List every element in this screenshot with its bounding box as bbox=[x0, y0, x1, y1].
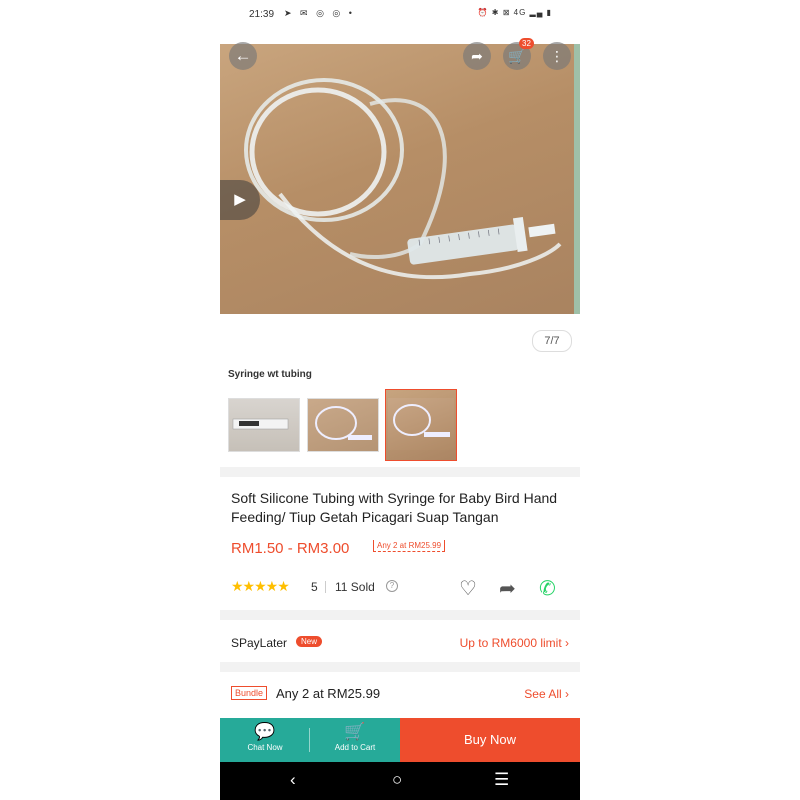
chat-now-label: Chat Now bbox=[247, 743, 283, 752]
rating-value: 5 bbox=[311, 580, 318, 594]
system-icons: ⏰ ✱ ⊠ 4G ▂▄ ▮ bbox=[477, 8, 552, 17]
variation-thumb-3-selected[interactable] bbox=[385, 389, 457, 461]
buy-now-button[interactable]: Buy Now bbox=[400, 718, 580, 762]
tubing-photo bbox=[244, 78, 562, 280]
heart-icon[interactable]: ♡ bbox=[459, 576, 477, 601]
nav-home-icon[interactable]: ○ bbox=[392, 770, 402, 790]
status-bar: 21:39 ➤ ✉ ◎ ◎ • ⏰ ✱ ⊠ 4G ▂▄ ▮ bbox=[220, 0, 580, 30]
notification-icons: ➤ ✉ ◎ ◎ • bbox=[284, 8, 355, 18]
bundle-tag: Bundle bbox=[231, 686, 268, 700]
phone-screen: 21:39 ➤ ✉ ◎ ◎ • ⏰ ✱ ⊠ 4G ▂▄ ▮ ▶ ← ➦ 🛒 32… bbox=[220, 0, 580, 800]
cart-count-badge: 32 bbox=[519, 38, 534, 49]
bundle-deal-tag[interactable]: Any 2 at RM25.99 bbox=[373, 540, 446, 552]
cart-icon[interactable]: 🛒 32 bbox=[503, 38, 534, 70]
rating-row: ★★★★★ 5 11 Sold ? ♡ ➦ ✆ bbox=[231, 576, 571, 601]
variation-thumb-2[interactable] bbox=[307, 398, 379, 452]
add-to-cart-button[interactable]: 🛒 Add to Cart bbox=[310, 718, 400, 762]
nav-recents-icon[interactable]: ☰ bbox=[494, 770, 509, 790]
bundle-text: Any 2 at RM25.99 bbox=[276, 686, 381, 701]
see-all-link[interactable]: See All › bbox=[524, 687, 569, 701]
android-nav-bar: ‹ ○ ☰ bbox=[220, 762, 580, 800]
section-divider bbox=[220, 610, 580, 620]
back-arrow-icon[interactable]: ← bbox=[229, 42, 257, 70]
spaylater-label: SPayLater bbox=[231, 636, 288, 650]
sold-count: 11 Sold bbox=[335, 580, 375, 594]
product-price: RM1.50 - RM3.00 bbox=[231, 540, 350, 557]
share-outline-icon[interactable]: ➦ bbox=[499, 576, 516, 601]
product-image[interactable]: ▶ bbox=[220, 44, 580, 314]
product-title: Soft Silicone Tubing with Syringe for Ba… bbox=[231, 490, 558, 525]
image-counter: 7/7 bbox=[532, 330, 572, 352]
add-cart-icon: 🛒 bbox=[344, 722, 366, 741]
bottom-action-bar: 💬 Chat Now 🛒 Add to Cart Buy Now bbox=[220, 718, 580, 762]
whatsapp-icon[interactable]: ✆ bbox=[539, 576, 556, 601]
status-time: 21:39 bbox=[249, 9, 275, 20]
section-divider bbox=[220, 467, 580, 477]
play-video-icon[interactable]: ▶ bbox=[220, 180, 260, 220]
add-to-cart-label: Add to Cart bbox=[334, 743, 376, 752]
spaylater-limit: Up to RM6000 limit › bbox=[459, 636, 569, 650]
more-options-icon[interactable]: ⋮ bbox=[543, 42, 571, 70]
variation-thumb-1[interactable] bbox=[228, 398, 300, 452]
section-divider bbox=[220, 662, 580, 672]
chat-now-button[interactable]: 💬 Chat Now bbox=[220, 718, 310, 762]
share-icon[interactable]: ➦ bbox=[463, 42, 491, 70]
chat-icon: 💬 bbox=[254, 722, 276, 741]
nav-back-icon[interactable]: ‹ bbox=[290, 770, 296, 790]
help-icon[interactable]: ? bbox=[386, 580, 398, 592]
new-badge: New bbox=[296, 636, 323, 647]
star-rating-icon: ★★★★★ bbox=[231, 578, 290, 594]
variation-title: Syringe wt tubing bbox=[228, 369, 312, 380]
